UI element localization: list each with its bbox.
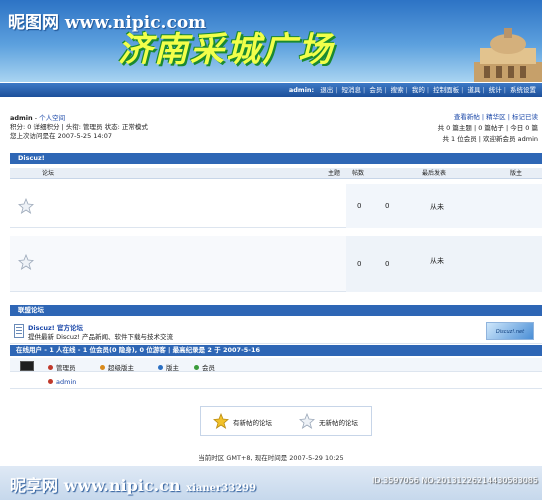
forum-row[interactable]: 0 0 从未 [10,184,542,228]
new-posts-label: 有新帖的论坛 [233,419,272,427]
legend-admin: 管理员 [48,362,76,372]
legend-mod: 版主 [158,362,179,372]
building-image [474,28,542,82]
forum-status-icon [18,254,34,270]
user-info: admin - 个人空间 积分: 0 详细积分 | 头衔: 管理员 状态: 正常… [10,114,260,141]
col-topics: 主题 [328,170,341,177]
last-post: 从未 [430,257,444,265]
col-moderators: 版主 [510,170,523,177]
computer-icon [20,361,34,371]
username[interactable]: admin [10,114,33,122]
last-post-cell [346,236,542,292]
forum-category-header[interactable]: Discuz! [10,153,542,164]
super-mod-dot-icon [100,365,105,370]
link-forum-description: 提供最新 Discuz! 产品新闻、软件下载与技术交流 [28,333,174,341]
user-group-legend: 管理员 超级版主 版主 会员 [10,358,542,372]
topic-count: 0 [357,260,362,268]
member-stats: 共 1 位会员 | 欢迎新会员 admin [442,135,538,143]
nav-system-settings[interactable]: 系统设置 [510,86,536,94]
online-summary: 在线用户 - 1 人在线 - 1 位会员(0 隐身), 0 位游客 | 最高纪录… [16,346,261,354]
nav-messages[interactable]: 短消息 [342,86,362,94]
link-forums-header[interactable]: 联盟论坛 [10,305,542,316]
legend-member: 会员 [194,362,215,372]
watermark-id: ID:3597056 NO:20131226214430583085 [371,476,538,485]
col-forum: 论坛 [42,170,55,177]
post-count: 0 [385,260,390,268]
nav-control-panel[interactable]: 控制面板 [433,86,459,94]
discuz-logo-banner[interactable]: Discuz!.net [486,322,534,340]
nav-members[interactable]: 会员 [369,86,382,94]
nav-stats[interactable]: 统计 [489,86,502,94]
nav-logout[interactable]: 退出 [320,86,333,94]
topic-count: 0 [357,202,362,210]
post-stats: 共 0 篇主题 | 0 篇帖子 | 今日 0 篇 [437,124,538,132]
nav-props[interactable]: 道具 [467,86,480,94]
member-dot-icon [194,365,199,370]
user-credits: 积分: 0 详细积分 | 头衔: 管理员 状态: 正常模式 [10,123,148,131]
col-posts: 帖数 [352,170,365,177]
legend-super-mod: 超级版主 [100,362,134,372]
last-visit: 您上次访问是在 2007-5-25 14:07 [10,132,113,140]
post-count: 0 [385,202,390,210]
site-title: 济南采城广场 [118,30,334,70]
online-user-admin[interactable]: admin [56,378,76,386]
col-last-post: 最后发表 [422,170,447,177]
top-nav-bar: admin: 退出 | 短消息 | 会员 | 搜索 | 我的 | 控制面板 | 道具 | 统计… [0,83,542,97]
online-users-list: admin [10,361,542,389]
forum-icon-legend: 有新帖的论坛 无新帖的论坛 [200,406,372,436]
new-posts-star-icon [213,413,229,429]
board-summary: 查看新帖 | 精华区 | 标记已读 共 0 篇主题 | 0 篇帖子 | 今日 0… [338,112,538,145]
online-users-header[interactable]: 在线用户 - 1 人在线 - 1 位会员(0 隐身), 0 位游客 | 最高纪录… [10,345,542,356]
link-forum-row[interactable]: Discuz! 官方论坛 提供最新 Discuz! 产品新闻、软件下载与技术交流… [10,318,542,344]
bottom-watermark-bar: 昵享网 www.nipic.cn xianer33299 ID:3597056 … [0,466,542,500]
watermark-bottom: 昵享网 www.nipic.cn xianer33299 [10,476,257,495]
admin-dot-icon [48,379,53,384]
no-new-posts-label: 无新帖的论坛 [319,419,358,427]
mod-dot-icon [158,365,163,370]
personal-space-link[interactable]: 个人空间 [39,114,65,122]
forum-row[interactable]: 0 0 从未 [10,236,542,292]
footer-time: 当前时区 GMT+8, 现在时间是 2007-5-29 10:25 [198,454,344,462]
forum-column-headers: 论坛 主题 帖数 最后发表 版主 [10,168,542,179]
no-new-posts-star-icon [299,413,315,429]
last-post-cell [346,184,542,228]
quick-links[interactable]: 查看新帖 | 精华区 | 标记已读 [338,112,538,123]
admin-dot-icon [48,365,53,370]
document-icon [14,324,24,338]
forum-status-icon [18,198,34,214]
header-banner: 昵图网 www.nipic.com 济南采城广场 [0,0,542,82]
nav-search[interactable]: 搜索 [391,86,404,94]
nav-my[interactable]: 我的 [412,86,425,94]
nav-user-label: admin: [288,86,315,94]
last-post: 从未 [430,203,444,211]
